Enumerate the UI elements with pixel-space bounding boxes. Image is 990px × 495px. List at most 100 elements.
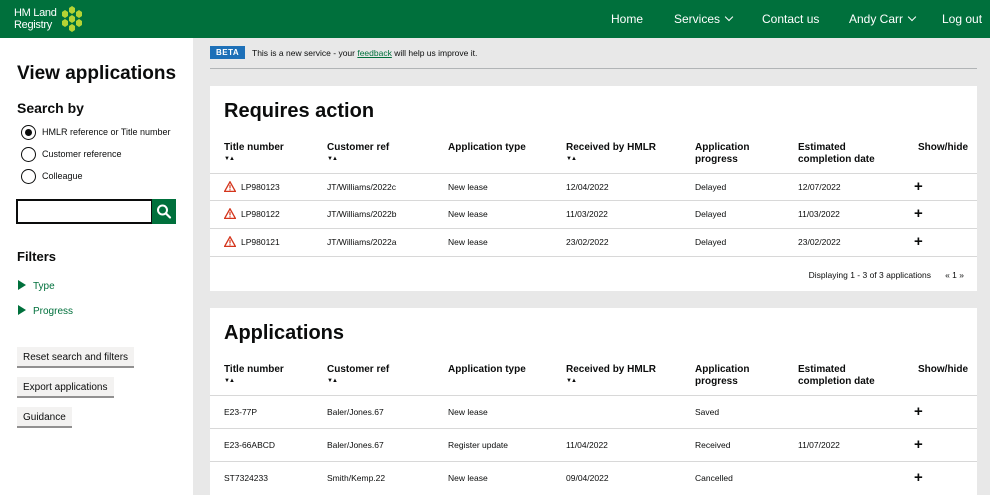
cell-application-type: New lease <box>448 237 488 247</box>
table-row: ST7324233 Smith/Kemp.22 New lease 09/04/… <box>210 461 977 494</box>
col-progress-line1: Application <box>695 364 750 375</box>
expand-row-button[interactable]: + <box>914 201 923 226</box>
col-estimated: Estimated completion date <box>798 142 875 166</box>
col-progress-line2: progress <box>695 376 738 387</box>
hmlr-logo[interactable]: HM Land Registry <box>14 6 94 34</box>
sort-icon[interactable]: ▼▲ <box>224 154 284 164</box>
radio-selected-dot <box>24 128 32 136</box>
sort-icon[interactable]: ▼▲ <box>566 154 656 164</box>
expand-row-button[interactable]: + <box>914 174 923 199</box>
cell-progress: Cancelled <box>695 473 733 483</box>
cell-customer-ref: JT/Williams/2022b <box>327 209 397 219</box>
cell-progress: Delayed <box>695 182 727 192</box>
radio-circle <box>21 169 36 184</box>
expand-row-button[interactable]: + <box>914 396 923 427</box>
col-progress-line2: progress <box>695 154 738 165</box>
col-progress-line1: Application <box>695 142 750 153</box>
col-title-number-label: Title number <box>224 364 284 375</box>
cell-title-number[interactable]: ST7324233 <box>224 462 268 495</box>
cell-title-number[interactable]: E23-66ABCD <box>224 429 275 462</box>
cell-estimated: 11/03/2022 <box>798 209 840 219</box>
cell-title-number[interactable]: E23-77P <box>224 396 257 429</box>
search-button[interactable] <box>152 199 176 224</box>
requires-action-panel: Requires action Title number ▼▲ Customer … <box>210 86 977 291</box>
search-by-heading: Search by <box>17 100 84 116</box>
search-input[interactable] <box>16 199 153 224</box>
nav-home[interactable]: Home <box>611 0 643 38</box>
filter-progress-label: Progress <box>33 306 74 317</box>
table-row: LP980123 JT/Williams/2022c New lease 12/… <box>210 173 977 200</box>
sort-icon[interactable]: ▼▲ <box>566 376 656 386</box>
cell-customer-ref: JT/Williams/2022c <box>327 182 396 192</box>
col-show-hide: Show/hide <box>918 364 968 375</box>
triangle-right-icon <box>18 305 26 315</box>
cell-progress: Saved <box>695 407 720 417</box>
col-estimated-line2: completion date <box>798 154 875 165</box>
col-received-label: Received by HMLR <box>566 142 657 153</box>
nav-contact[interactable]: Contact us <box>762 0 819 38</box>
displaying-count: Displaying 1 - 3 of 3 applications <box>808 270 931 280</box>
cell-application-type: Register update <box>448 440 509 450</box>
radio-colleague[interactable]: Colleague <box>21 169 181 185</box>
expand-row-button[interactable]: + <box>914 229 923 254</box>
radio-label: Colleague <box>42 171 83 181</box>
beta-text-after: will help us improve it. <box>391 48 478 58</box>
feedback-link[interactable]: feedback <box>357 48 392 58</box>
sort-icon[interactable]: ▼▲ <box>327 154 389 164</box>
nav-services[interactable]: Services <box>674 0 734 38</box>
col-estimated-line2: completion date <box>798 376 875 387</box>
cell-estimated: 12/07/2022 <box>798 182 841 192</box>
cell-customer-ref: JT/Williams/2022a <box>327 237 397 247</box>
radio-hmlr-reference[interactable]: HMLR reference or Title number <box>21 125 181 141</box>
radio-customer-reference[interactable]: Customer reference <box>21 147 181 163</box>
sort-icon[interactable]: ▼▲ <box>327 376 389 386</box>
cell-progress: Delayed <box>695 209 727 219</box>
cell-application-type: New lease <box>448 209 488 219</box>
cell-received: 11/04/2022 <box>566 440 608 450</box>
radio-circle <box>21 125 36 140</box>
radio-label: HMLR reference or Title number <box>42 127 171 137</box>
filter-progress-toggle[interactable]: Progress <box>18 304 73 317</box>
cell-title-number[interactable]: LP980123 <box>241 174 280 201</box>
requires-action-title: Requires action <box>224 100 375 122</box>
table-row: E23-77P Baler/Jones.67 New lease Saved + <box>210 395 977 428</box>
cell-title-number[interactable]: LP980122 <box>241 201 280 228</box>
site-header: HM Land Registry Home Services Contact u… <box>0 0 990 38</box>
cell-progress: Received <box>695 440 731 450</box>
table-row: E23-66ABCD Baler/Jones.67 Register updat… <box>210 428 977 461</box>
guidance-button[interactable]: Guidance <box>17 407 72 428</box>
cell-title-number[interactable]: LP980121 <box>241 229 280 256</box>
expand-row-button[interactable]: + <box>914 429 923 460</box>
beta-banner: BETA This is a new service - your feedba… <box>210 46 977 69</box>
expand-row-button[interactable]: + <box>914 462 923 493</box>
cell-application-type: New lease <box>448 407 488 417</box>
col-received: Received by HMLR ▼▲ <box>566 364 656 386</box>
reset-search-button[interactable]: Reset search and filters <box>17 347 135 368</box>
chevron-down-icon <box>907 12 917 22</box>
pagination-controls[interactable]: « 1 » <box>945 270 964 280</box>
pagination-bar: Displaying 1 - 3 of 3 applications « 1 » <box>210 256 977 291</box>
cell-received: 12/04/2022 <box>566 182 609 192</box>
col-received: Received by HMLR ▼▲ <box>566 142 656 164</box>
col-progress: Application progress <box>695 364 749 388</box>
col-title-number: Title number ▼▲ <box>224 142 284 164</box>
cell-application-type: New lease <box>448 182 488 192</box>
sort-icon[interactable]: ▼▲ <box>224 376 284 386</box>
col-estimated-line1: Estimated <box>798 364 846 375</box>
beta-tag: BETA <box>210 46 246 59</box>
beta-text-before: This is a new service - your <box>252 48 358 58</box>
filters-heading: Filters <box>17 249 57 264</box>
col-progress: Application progress <box>695 142 749 166</box>
filter-type-toggle[interactable]: Type <box>18 279 55 292</box>
nav-services-label: Services <box>674 12 721 26</box>
nav-user-label: Andy Carr <box>849 12 904 26</box>
nav-user-menu[interactable]: Andy Carr <box>849 0 917 38</box>
logo-line-1: HM Land <box>14 7 57 19</box>
export-applications-button[interactable]: Export applications <box>17 377 114 398</box>
search-icon <box>157 204 172 219</box>
col-estimated-line1: Estimated <box>798 142 846 153</box>
hmlr-crest-icon <box>62 6 82 32</box>
nav-logout[interactable]: Log out <box>942 0 982 38</box>
cell-customer-ref: Smith/Kemp.22 <box>327 473 386 483</box>
radio-label: Customer reference <box>42 149 122 159</box>
